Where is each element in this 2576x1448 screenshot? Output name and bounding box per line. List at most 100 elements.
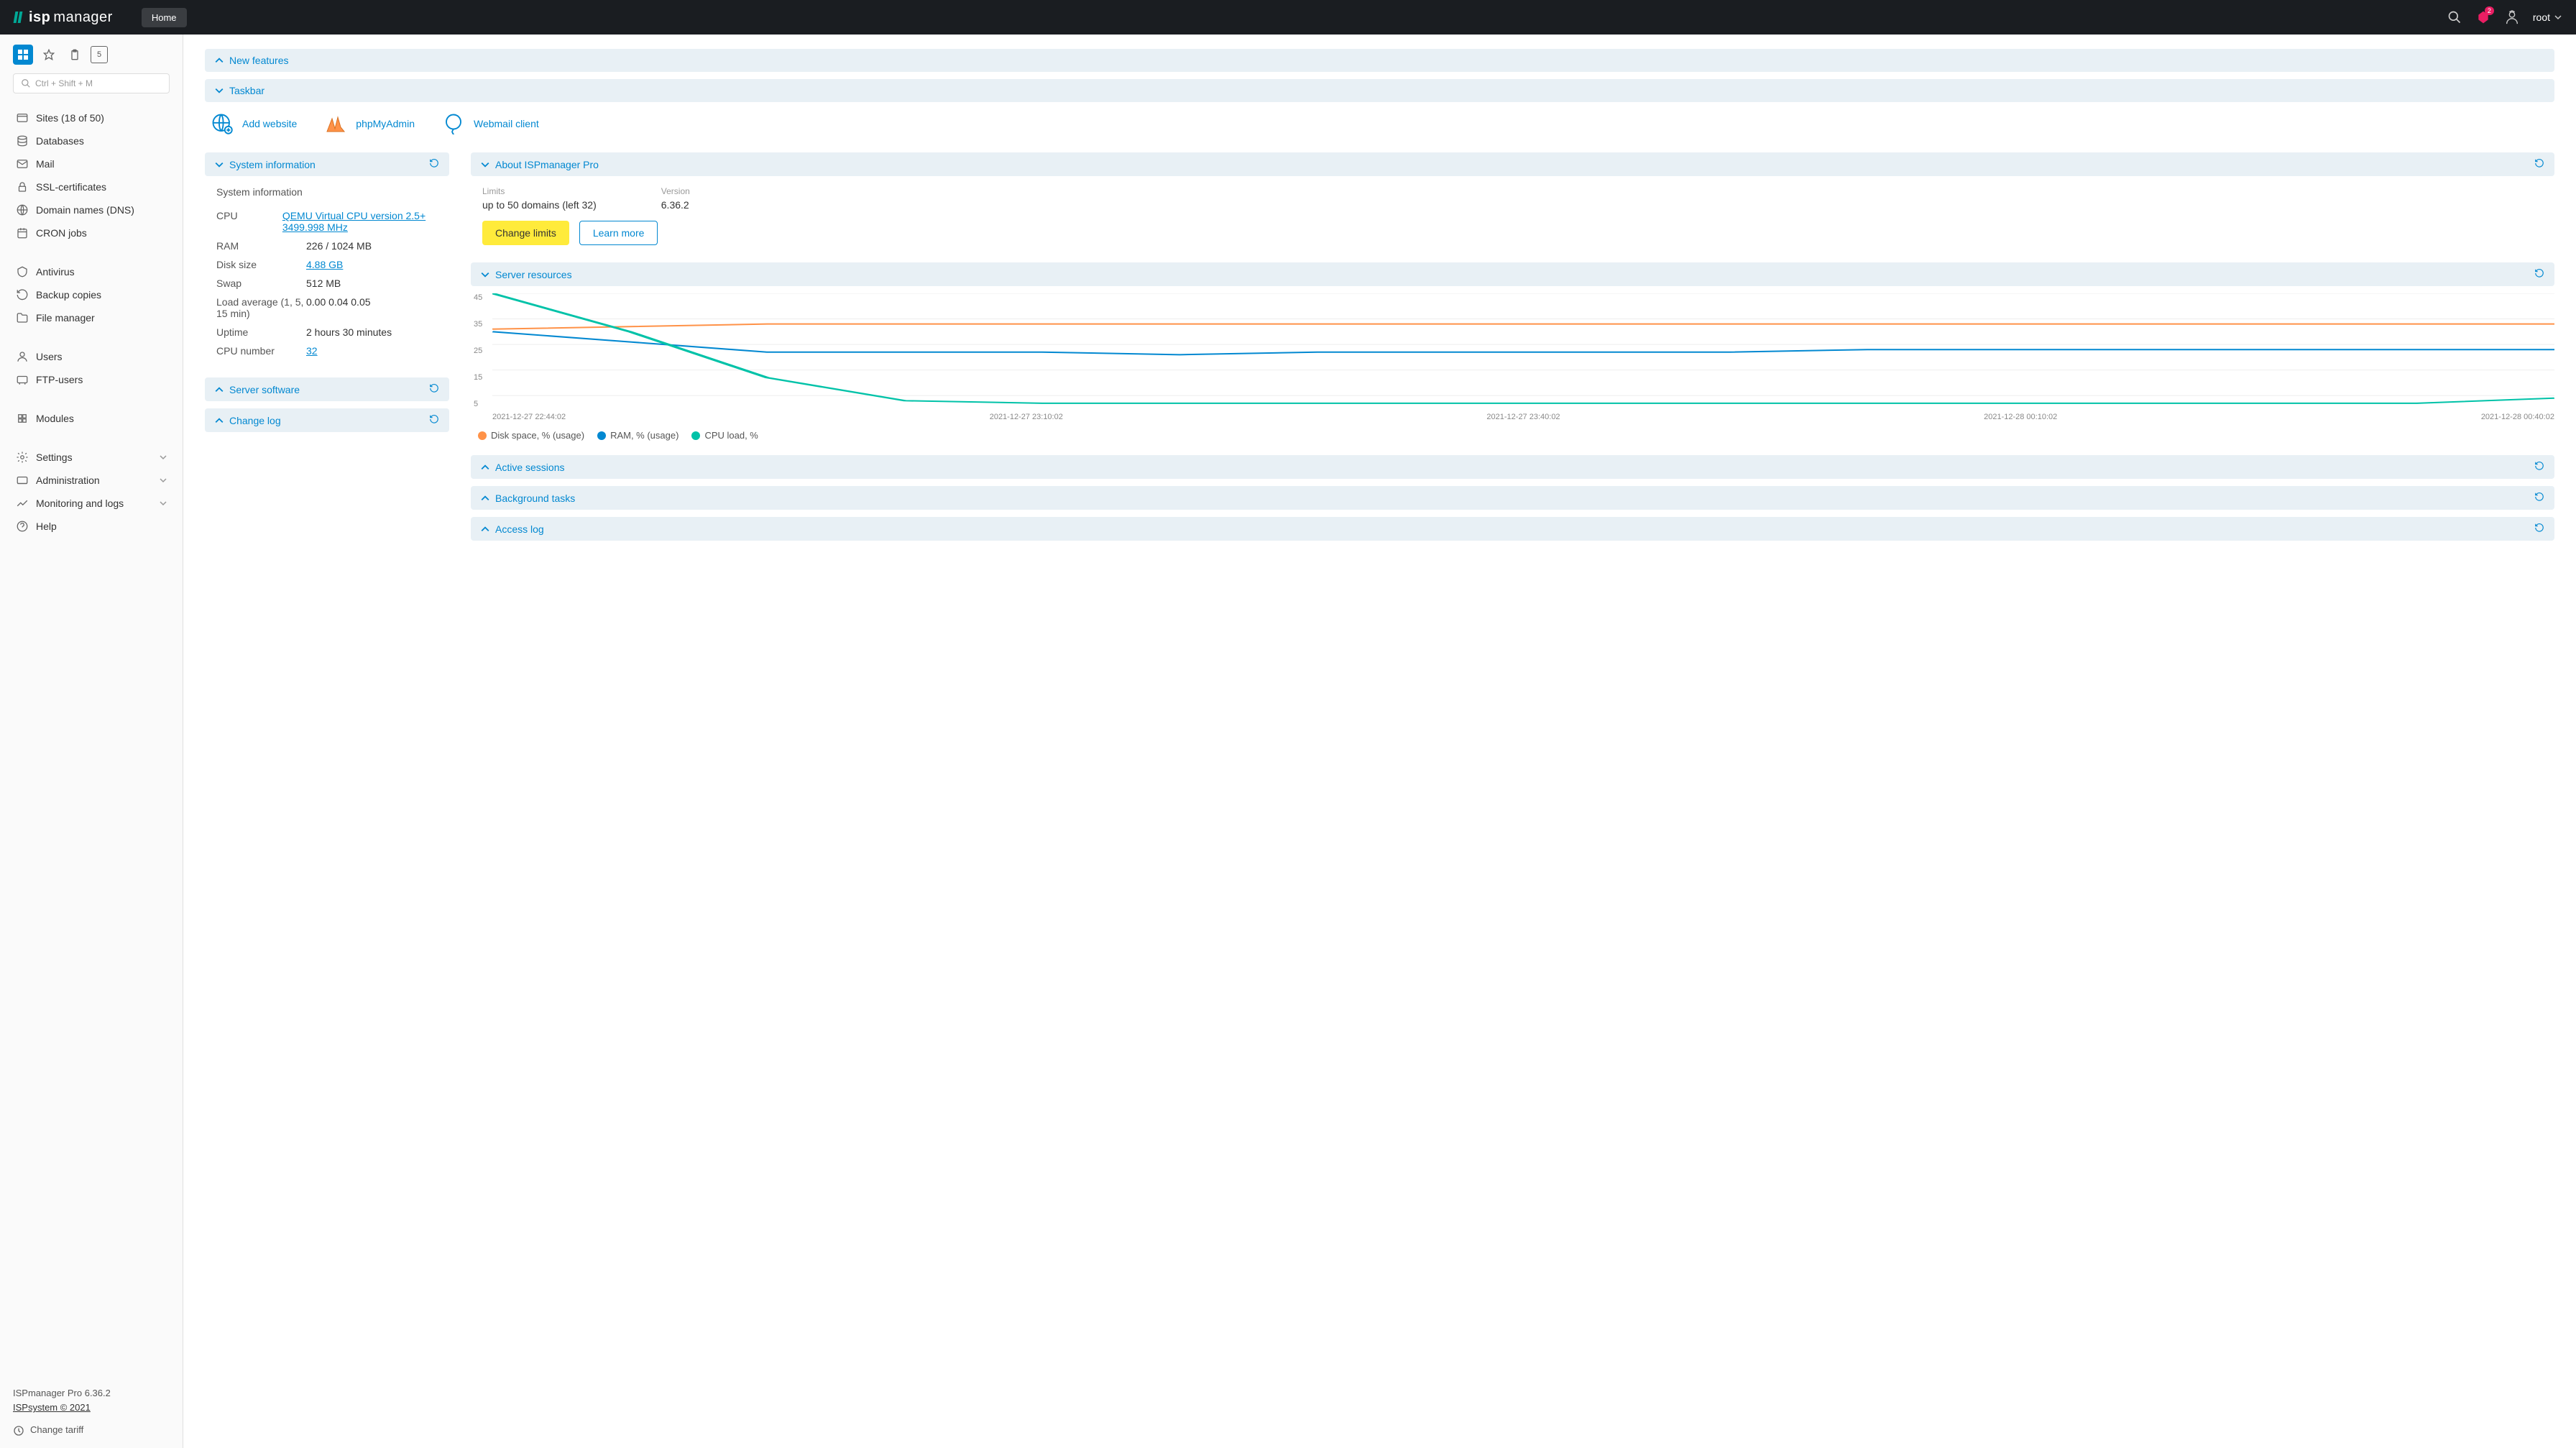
sidebar-item-domain-names-dns-[interactable]: Domain names (DNS) — [13, 198, 170, 221]
sidebar-item-cron-jobs[interactable]: CRON jobs — [13, 221, 170, 244]
nav-label: Antivirus — [36, 266, 75, 278]
page-5-icon[interactable]: 5 — [91, 46, 108, 63]
nav-label: Help — [36, 521, 57, 532]
sidebar-item-file-manager[interactable]: File manager — [13, 306, 170, 329]
nav-label: Mail — [36, 158, 55, 170]
panel-new-features[interactable]: New features — [205, 49, 2554, 72]
sysinfo-row: CPUQEMU Virtual CPU version 2.5+ 3499.99… — [216, 206, 438, 237]
nav-icon — [16, 157, 29, 170]
panel-active-sessions[interactable]: Active sessions — [471, 455, 2554, 479]
y-tick: 45 — [474, 293, 482, 302]
dashboard-view-icon[interactable] — [13, 45, 33, 65]
legend-label: CPU load, % — [704, 430, 758, 441]
info-value: 512 MB — [306, 278, 341, 289]
sidebar-item-mail[interactable]: Mail — [13, 152, 170, 175]
nav-label: Users — [36, 351, 63, 362]
refresh-icon[interactable] — [2534, 158, 2544, 170]
nav-icon — [16, 111, 29, 124]
taskbar-phpmyadmin[interactable]: phpMyAdmin — [324, 112, 415, 135]
chevron-up-icon — [481, 463, 489, 472]
panel-change-log[interactable]: Change log — [205, 408, 449, 432]
refresh-icon[interactable] — [429, 414, 439, 426]
sidebar-item-ssl-certificates[interactable]: SSL-certificates — [13, 175, 170, 198]
refresh-icon[interactable] — [429, 158, 439, 170]
panel-title: Taskbar — [229, 85, 264, 96]
sidebar-item-sites-18-of-50-[interactable]: Sites (18 of 50) — [13, 106, 170, 129]
nav-label: Modules — [36, 413, 74, 424]
sidebar-item-administration[interactable]: Administration — [13, 469, 170, 492]
x-tick: 2021-12-27 23:40:02 — [1486, 413, 1560, 421]
panel-background-tasks[interactable]: Background tasks — [471, 486, 2554, 510]
chart-series — [492, 331, 2554, 354]
sidebar-item-ftp-users[interactable]: FTP-users — [13, 368, 170, 391]
nav-icon — [16, 412, 29, 425]
nav-icon — [16, 203, 29, 216]
limits-value: up to 50 domains (left 32) — [482, 199, 597, 211]
sidebar-item-settings[interactable]: Settings — [13, 446, 170, 469]
clipboard-icon[interactable] — [65, 45, 85, 65]
resources-chart: 515253545 — [492, 293, 2554, 408]
sidebar: 5 Ctrl + Shift + M Sites (18 of 50)Datab… — [0, 35, 183, 1448]
taskbar-webmail[interactable]: Webmail client — [442, 112, 539, 135]
x-tick: 2021-12-27 23:10:02 — [990, 413, 1063, 421]
user-icon[interactable] — [2504, 9, 2520, 25]
refresh-icon[interactable] — [2534, 461, 2544, 473]
sidebar-item-databases[interactable]: Databases — [13, 129, 170, 152]
panel-access-log[interactable]: Access log — [471, 517, 2554, 541]
panel-about[interactable]: About ISPmanager Pro — [471, 152, 2554, 176]
sidebar-item-users[interactable]: Users — [13, 345, 170, 368]
sidebar-item-monitoring-and-logs[interactable]: Monitoring and logs — [13, 492, 170, 515]
chevron-up-icon — [215, 56, 224, 65]
nav-icon — [16, 288, 29, 301]
sidebar-item-backup-copies[interactable]: Backup copies — [13, 283, 170, 306]
nav-label: Settings — [36, 452, 73, 463]
learn-more-button[interactable]: Learn more — [579, 221, 658, 245]
header-tabs: Home — [142, 12, 187, 23]
sidebar-item-modules[interactable]: Modules — [13, 407, 170, 430]
limits-label: Limits — [482, 186, 597, 196]
change-limits-button[interactable]: Change limits — [482, 221, 569, 245]
copyright-link[interactable]: ISPsystem © 2021 — [13, 1402, 91, 1413]
refresh-icon[interactable] — [2534, 523, 2544, 535]
panel-title: Server software — [229, 384, 300, 395]
sidebar-item-antivirus[interactable]: Antivirus — [13, 260, 170, 283]
panel-system-info[interactable]: System information — [205, 152, 449, 176]
sidebar-item-help[interactable]: Help — [13, 515, 170, 538]
nav-label: Domain names (DNS) — [36, 204, 134, 216]
panel-server-software[interactable]: Server software — [205, 377, 449, 401]
nav-label: CRON jobs — [36, 227, 87, 239]
refresh-icon[interactable] — [2534, 492, 2544, 504]
nav-icon — [16, 373, 29, 386]
sysinfo-row: Swap512 MB — [216, 274, 438, 293]
panel-taskbar[interactable]: Taskbar — [205, 79, 2554, 102]
info-value[interactable]: 32 — [306, 345, 318, 357]
logo-prefix: isp — [29, 9, 50, 26]
taskbar-add-website[interactable]: Add website — [211, 112, 297, 135]
sidebar-search[interactable]: Ctrl + Shift + M — [13, 73, 170, 93]
tab-home[interactable]: Home — [142, 8, 187, 27]
tariff-label: Change tariff — [30, 1423, 83, 1438]
user-menu[interactable]: root — [2533, 12, 2562, 23]
sysinfo-row: Load average (1, 5, 15 min)0.00 0.04 0.0… — [216, 293, 438, 323]
panel-title: Active sessions — [495, 462, 564, 473]
chevron-down-icon — [160, 454, 167, 461]
refresh-icon[interactable] — [2534, 268, 2544, 280]
info-value[interactable]: QEMU Virtual CPU version 2.5+ 3499.998 M… — [282, 210, 438, 233]
x-tick: 2021-12-27 22:44:02 — [492, 413, 566, 421]
search-placeholder: Ctrl + Shift + M — [35, 78, 93, 88]
chevron-down-icon — [2554, 14, 2562, 21]
nav-label: FTP-users — [36, 374, 83, 385]
info-value[interactable]: 4.88 GB — [306, 259, 343, 270]
refresh-icon[interactable] — [429, 383, 439, 395]
taskbar-label: Webmail client — [474, 118, 539, 129]
chart-series — [492, 293, 2554, 403]
phpmyadmin-icon — [324, 112, 347, 135]
panel-server-resources[interactable]: Server resources — [471, 262, 2554, 286]
search-icon[interactable] — [2447, 9, 2462, 25]
change-tariff[interactable]: Change tariff — [13, 1423, 170, 1438]
legend-item: Disk space, % (usage) — [478, 430, 584, 441]
info-label: Load average (1, 5, 15 min) — [216, 296, 306, 319]
favorites-icon[interactable] — [39, 45, 59, 65]
chevron-down-icon — [160, 500, 167, 507]
notifications-icon[interactable]: 2 — [2475, 9, 2491, 25]
